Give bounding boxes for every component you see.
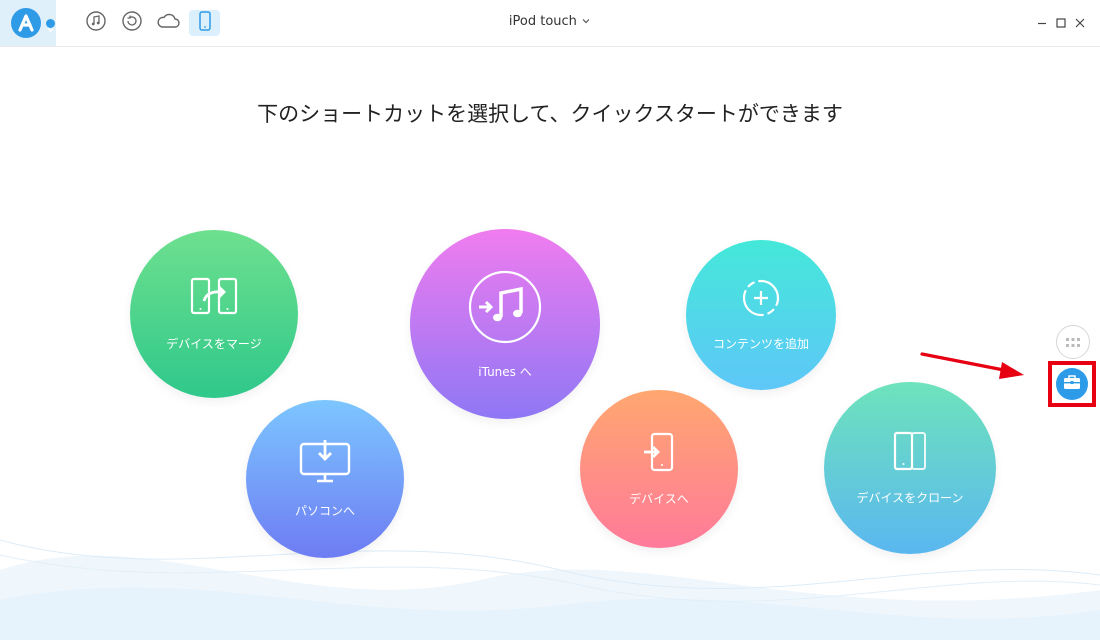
to-device-label: デバイスへ <box>629 491 689 506</box>
page-heading: 下のショートカットを選択して、クイックスタートができます <box>257 102 843 126</box>
to-device-icon <box>642 432 676 476</box>
merge-devices-label: デバイスをマージ <box>166 336 262 351</box>
title-bar: iPod touch <box>0 0 1100 47</box>
grid-icon <box>1066 333 1080 352</box>
minimize-button[interactable] <box>1033 14 1051 32</box>
itunes-icon <box>467 269 543 349</box>
merge-devices-icon <box>190 277 238 321</box>
to-itunes-label: iTunes へ <box>478 364 532 379</box>
clone-device-icon <box>893 431 927 475</box>
app-grid-button[interactable] <box>1056 325 1090 359</box>
chevron-down-icon <box>581 14 591 29</box>
maximize-icon <box>1055 14 1067 33</box>
to-computer-label: パソコンへ <box>294 503 355 518</box>
add-content-icon <box>742 279 780 321</box>
red-arrow-annotation <box>920 352 1024 379</box>
device-selector[interactable]: iPod touch <box>0 14 1100 29</box>
close-button[interactable] <box>1071 14 1089 32</box>
merge-devices-button[interactable]: デバイスをマージ <box>130 230 298 398</box>
minimize-icon <box>1036 14 1048 33</box>
clone-device-label: デバイスをクローン <box>856 490 964 505</box>
close-icon <box>1074 14 1086 33</box>
to-computer-button[interactable]: パソコンへ <box>246 400 404 558</box>
add-content-label: コンテンツを追加 <box>712 336 809 351</box>
add-content-button[interactable]: コンテンツを追加 <box>686 240 836 390</box>
to-itunes-button[interactable]: iTunes へ <box>410 229 600 419</box>
device-name: iPod touch <box>508 14 577 29</box>
toolbox-icon <box>1063 374 1081 394</box>
maximize-button[interactable] <box>1052 14 1070 32</box>
clone-device-button[interactable]: デバイスをクローン <box>824 382 996 554</box>
toolkit-button[interactable] <box>1056 368 1088 400</box>
to-device-button[interactable]: デバイスへ <box>580 390 738 548</box>
computer-icon <box>299 439 351 488</box>
